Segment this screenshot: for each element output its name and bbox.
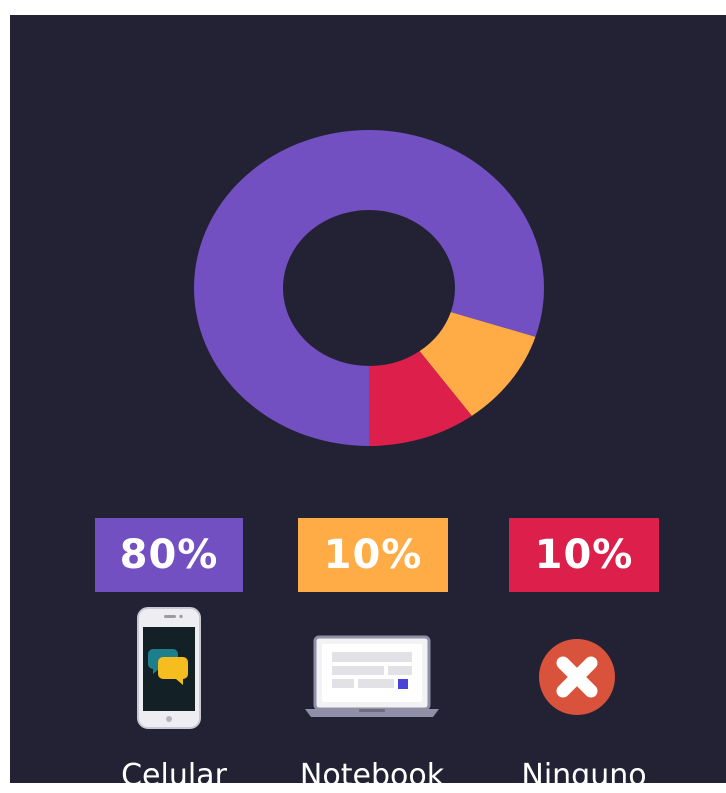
badge-celular: 80% [95, 518, 243, 592]
badge-notebook: 10% [298, 518, 448, 592]
close-circle-icon [537, 637, 617, 721]
label-notebook: Notebook [299, 758, 445, 793]
label-celular: Celular [121, 758, 227, 793]
label-ninguno: Ninguno [521, 758, 647, 793]
laptop-icon [305, 635, 439, 723]
badge-ninguno: 10% [509, 518, 659, 592]
chart-panel: 80% 10% 10% Celular Notebook Ninguno [10, 15, 726, 793]
smartphone-chat-icon [137, 607, 203, 735]
